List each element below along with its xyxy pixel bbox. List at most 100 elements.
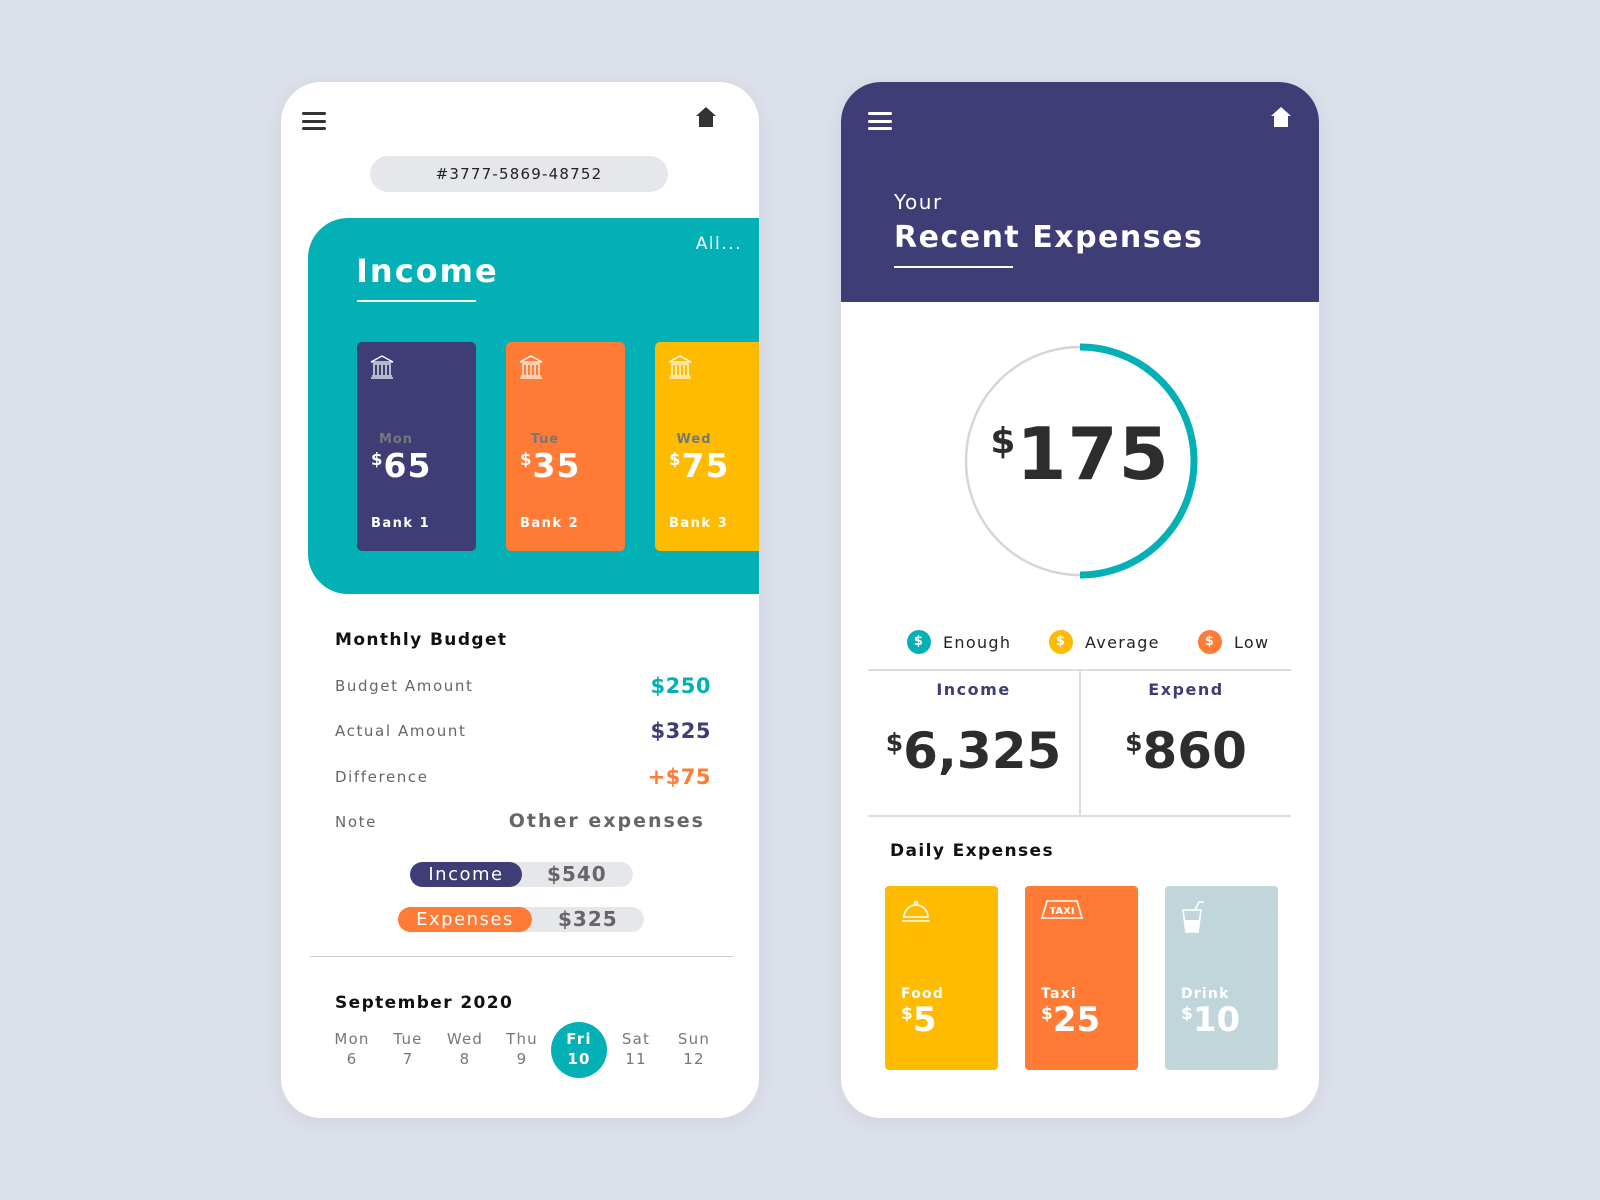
title-underline <box>894 266 1013 268</box>
row-value: Other expenses <box>508 810 705 832</box>
row-label: Difference <box>335 768 429 786</box>
account-number: #3777-5869-48752 <box>370 156 668 192</box>
calendar-title: September 2020 <box>335 993 514 1013</box>
calendar-day[interactable]: Sat 11 <box>611 1029 661 1069</box>
dollar-icon: $ <box>1049 630 1073 654</box>
calendar-day[interactable]: Sun 12 <box>669 1029 719 1069</box>
bank-card-2[interactable]: Tue $35 Bank 2 <box>506 342 625 551</box>
income-amount: $6,325 <box>868 722 1079 780</box>
hamburger-icon[interactable] <box>868 112 892 130</box>
legend-label: Average <box>1085 632 1160 652</box>
budget-row: Budget Amount $250 <box>335 674 711 698</box>
header: Your Recent Expenses <box>841 82 1319 302</box>
calendar-day[interactable]: Thu 9 <box>497 1029 547 1069</box>
currency-symbol: $ <box>885 728 904 758</box>
amount-value: 75 <box>681 446 730 485</box>
tile-amount: $10 <box>1181 1000 1240 1040</box>
date-number: 9 <box>516 1050 528 1068</box>
bank-amount: $65 <box>371 446 431 485</box>
income-panel: Income All... Mon $65 Bank 1 Tue $35 Ban… <box>308 218 759 594</box>
weekday-label: Tue <box>393 1030 423 1048</box>
row-value: $250 <box>650 674 711 698</box>
amount-value: 6,325 <box>903 722 1062 780</box>
amount-value: 5 <box>912 1000 937 1040</box>
date-number: 12 <box>683 1050 705 1068</box>
expense-tile-drink[interactable]: Drink $10 <box>1165 886 1278 1070</box>
weekday-label: Sat <box>621 1030 651 1048</box>
currency-symbol: $ <box>990 421 1017 462</box>
bank-card-1[interactable]: Mon $65 Bank 1 <box>357 342 476 551</box>
home-icon[interactable] <box>1270 106 1292 128</box>
weekday-label: Sun <box>677 1030 711 1048</box>
date-number: 7 <box>402 1050 414 1068</box>
bank-icon <box>668 355 692 379</box>
amount-value: 25 <box>1052 1000 1101 1040</box>
currency-symbol: $ <box>1125 728 1143 758</box>
amount-value: 10 <box>1192 1000 1241 1040</box>
currency-symbol: $ <box>901 1004 913 1025</box>
income-title: Income <box>356 252 499 290</box>
home-icon[interactable] <box>695 106 717 128</box>
currency-symbol: $ <box>1181 1004 1193 1025</box>
expense-tile-taxi[interactable]: TAXI Taxi $25 <box>1025 886 1138 1070</box>
monthly-budget-title: Monthly Budget <box>335 630 508 650</box>
budget-row: Note Other expenses <box>335 810 711 834</box>
drink-icon <box>1182 901 1204 933</box>
expend-amount: $860 <box>1081 722 1291 780</box>
gauge-amount: $175 <box>948 412 1212 496</box>
currency-symbol: $ <box>371 450 384 470</box>
row-label: Budget Amount <box>335 677 474 695</box>
recent-expenses-screen: Your Recent Expenses $175 $ Enough $ Avera… <box>841 82 1319 1118</box>
bank-icon <box>370 355 394 379</box>
page-title: Recent Expenses <box>894 220 1204 255</box>
legend-enough: $ Enough <box>907 630 1011 654</box>
bank-name: Bank 2 <box>520 516 580 531</box>
bank-card-3[interactable]: Wed $75 Bank 3 <box>655 342 759 551</box>
calendar-day[interactable]: Tue 7 <box>383 1029 433 1069</box>
food-cloche-icon <box>902 900 930 922</box>
all-link[interactable]: All... <box>696 234 742 254</box>
hamburger-icon[interactable] <box>302 112 326 130</box>
dollar-icon: $ <box>907 630 931 654</box>
bar-value: $540 <box>547 862 607 886</box>
taxi-icon: TAXI <box>1041 900 1083 919</box>
bank-icon <box>519 355 543 379</box>
legend-label: Enough <box>943 632 1012 652</box>
subtitle: Your <box>894 190 943 214</box>
daily-expenses-title: Daily Expenses <box>890 841 1054 861</box>
bar-label: Expenses <box>398 907 532 932</box>
bank-amount: $75 <box>669 446 729 485</box>
tile-amount: $5 <box>901 1000 937 1040</box>
row-value: $325 <box>650 719 711 743</box>
legend-label: Low <box>1234 632 1270 652</box>
weekday-label: Thu <box>506 1030 538 1048</box>
expenses-bar: Expenses $325 <box>398 907 644 932</box>
weekday-label: Fri <box>566 1030 592 1048</box>
legend-low: $ Low <box>1198 630 1269 654</box>
weekday-label: Mon <box>334 1030 370 1048</box>
currency-symbol: $ <box>1041 1004 1053 1025</box>
date-number: 11 <box>625 1050 647 1068</box>
title-underline <box>357 300 476 302</box>
bar-label: Income <box>410 862 522 887</box>
date-number: 6 <box>346 1050 358 1068</box>
calendar-day[interactable]: Wed 8 <box>440 1029 490 1069</box>
calendar-day[interactable]: Fri 10 <box>554 1029 604 1069</box>
svg-text:TAXI: TAXI <box>1049 906 1074 917</box>
tile-amount: $25 <box>1041 1000 1100 1040</box>
amount-value: 175 <box>1016 412 1170 496</box>
row-value: +$75 <box>647 765 711 789</box>
date-number: 8 <box>459 1050 471 1068</box>
calendar-day[interactable]: Mon 6 <box>327 1029 377 1069</box>
dollar-icon: $ <box>1198 630 1222 654</box>
date-number: 10 <box>567 1050 591 1068</box>
currency-symbol: $ <box>520 450 533 470</box>
bank-amount: $35 <box>520 446 580 485</box>
row-label: Note <box>335 813 377 831</box>
amount-value: 65 <box>383 446 432 485</box>
divider <box>868 815 1291 817</box>
bank-name: Bank 3 <box>669 516 729 531</box>
income-label: Income <box>936 680 1011 699</box>
currency-symbol: $ <box>669 450 682 470</box>
expense-tile-food[interactable]: Food $5 <box>885 886 998 1070</box>
